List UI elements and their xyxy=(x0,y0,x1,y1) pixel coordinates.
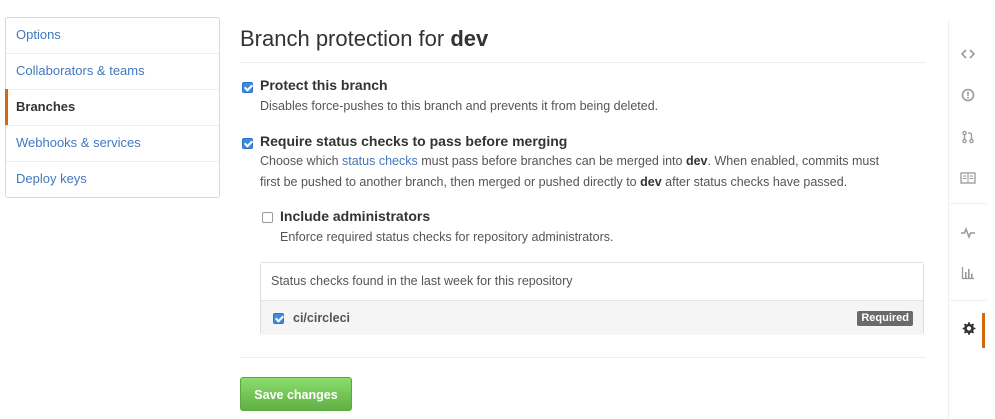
note-text: must pass before branches can be merged … xyxy=(421,154,683,168)
rail-divider xyxy=(949,203,987,204)
protect-branch-label[interactable]: Protect this branch xyxy=(260,77,388,93)
required-badge: Required xyxy=(857,311,913,326)
rail-divider xyxy=(949,300,987,301)
repo-nav-rail xyxy=(948,20,987,419)
issues-icon[interactable] xyxy=(949,80,987,110)
status-checks-list-header: Status checks found in the last week for… xyxy=(261,263,923,301)
status-checks-list: Status checks found in the last week for… xyxy=(260,262,924,335)
include-administrators-label[interactable]: Include administrators xyxy=(280,208,430,224)
menu-item-webhooks[interactable]: Webhooks & services xyxy=(6,125,219,161)
branch-name: dev xyxy=(640,175,662,189)
note-text: first be pushed to another branch, then … xyxy=(260,175,637,189)
menu-item-deploy-keys[interactable]: Deploy keys xyxy=(6,161,219,197)
status-checks-link[interactable]: status checks xyxy=(342,154,418,168)
pull-request-icon[interactable] xyxy=(949,122,987,152)
graphs-icon[interactable] xyxy=(949,258,987,288)
save-changes-button[interactable]: Save changes xyxy=(240,377,352,411)
code-icon[interactable] xyxy=(949,39,987,69)
note-text: after status checks have passed. xyxy=(665,175,848,189)
protect-branch-checkbox[interactable] xyxy=(242,82,253,93)
require-status-checks-label[interactable]: Require status checks to pass before mer… xyxy=(260,133,567,149)
menu-item-collaborators[interactable]: Collaborators & teams xyxy=(6,53,219,89)
status-check-row: ci/circleci Required xyxy=(261,301,923,335)
require-status-checks-checkbox[interactable] xyxy=(242,138,253,149)
divider xyxy=(240,357,926,358)
require-status-checks-note: Choose which status checks must pass bef… xyxy=(260,151,920,193)
rail-active-indicator xyxy=(982,313,985,348)
menu-item-options[interactable]: Options xyxy=(6,18,219,53)
branch-name: dev xyxy=(685,154,708,168)
include-administrators-checkbox[interactable] xyxy=(262,212,273,223)
wiki-icon[interactable] xyxy=(949,163,987,193)
note-text: . When enabled, commits must xyxy=(707,154,880,168)
status-check-checkbox[interactable] xyxy=(273,313,284,324)
title-prefix: Branch protection for xyxy=(240,26,445,51)
menu-item-branches[interactable]: Branches xyxy=(5,89,219,125)
page-title: Branch protection for dev xyxy=(240,25,926,63)
note-text: Choose which xyxy=(260,154,339,168)
pulse-icon[interactable] xyxy=(949,218,987,248)
title-branch: dev xyxy=(450,26,489,51)
branch-protection-panel: Branch protection for dev Protect this b… xyxy=(240,17,926,411)
status-check-name: ci/circleci xyxy=(293,311,350,325)
protect-branch-note: Disables force-pushes to this branch and… xyxy=(260,99,659,113)
include-administrators-note: Enforce required status checks for repos… xyxy=(280,230,614,244)
settings-menu: Options Collaborators & teams Branches W… xyxy=(5,17,220,198)
